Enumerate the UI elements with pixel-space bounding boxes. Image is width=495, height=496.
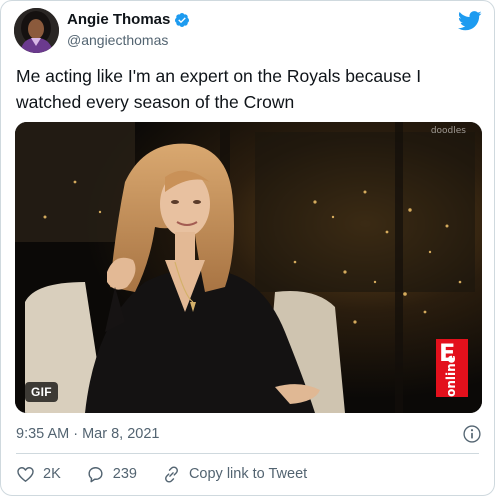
copy-link-label: Copy link to Tweet (188, 466, 308, 482)
tweet-embed-card: Angie Thomas @angiecthomas Me acting lik… (0, 0, 495, 496)
gif-media[interactable]: doodles E online GIF (15, 122, 482, 413)
comment-icon (88, 466, 103, 482)
author-name-row[interactable]: Angie Thomas (67, 11, 190, 28)
media-watermark: doodles (430, 126, 466, 136)
tweet-actions: 2K 239 Copy link to Tweet (16, 463, 332, 485)
info-icon[interactable] (462, 424, 482, 444)
author-handle[interactable]: @angiecthomas (67, 32, 168, 48)
e-online-logo: E online (436, 339, 468, 397)
like-count: 2K (43, 466, 61, 482)
reply-count: 239 (112, 466, 137, 482)
twitter-bird-icon[interactable] (458, 11, 482, 31)
avatar[interactable] (14, 8, 59, 53)
reply-button[interactable]: 239 (86, 465, 137, 484)
like-button[interactable]: 2K (16, 465, 61, 484)
copy-link-button[interactable]: Copy link to Tweet (162, 465, 307, 484)
link-icon (164, 465, 178, 483)
author-name[interactable]: Angie Thomas (67, 11, 170, 28)
gif-badge: GIF (25, 382, 58, 402)
tweet-text: Me acting like I'm an expert on the Roya… (16, 66, 422, 112)
gif-frame-image (15, 122, 482, 413)
verified-badge-icon (174, 12, 190, 28)
e-online-logo-word: online (444, 355, 459, 397)
divider (16, 453, 479, 454)
heart-icon (17, 466, 34, 482)
tweet-timestamp[interactable]: 9:35 AM · Mar 8, 2021 (16, 426, 159, 442)
